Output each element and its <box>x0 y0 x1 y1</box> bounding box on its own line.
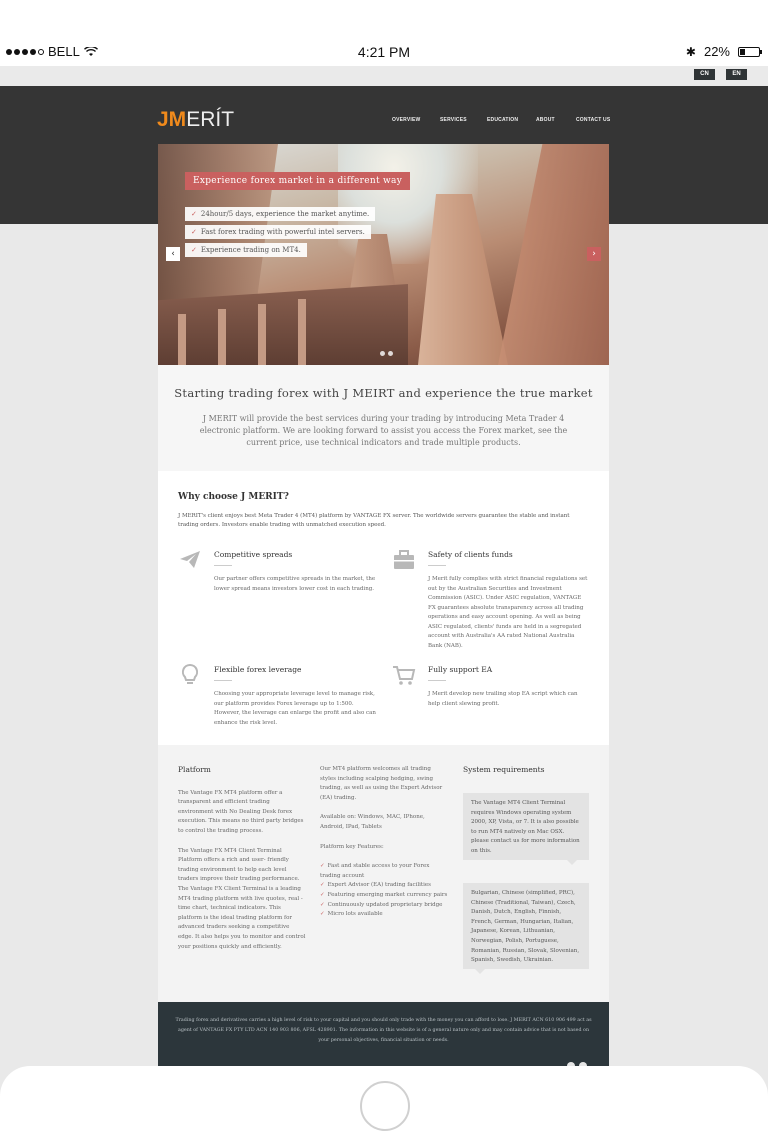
site-footer: Trading forex and derivatives carries a … <box>158 1002 609 1070</box>
bluetooth-icon: ✱ <box>685 44 696 59</box>
why-section: Why choose J MERIT? J MERIT's client enj… <box>158 471 609 745</box>
system-requirements-column: System requirements <box>463 765 591 789</box>
check-icon: ✓ <box>191 228 197 236</box>
key-features-list: ✓ Fast and stable access to your Forex tr… <box>320 862 448 920</box>
feature-title: Competitive spreads <box>214 550 293 559</box>
hero-bullet: ✓ Fast forex trading with powerful intel … <box>185 225 371 239</box>
platform-column: Platform The Vantage FX MT4 platform off… <box>178 765 306 962</box>
risk-disclaimer: Trading forex and derivatives carries a … <box>175 1018 592 1043</box>
platform-availability: Available on: Windows, MAC, IPhone, Andr… <box>320 814 425 830</box>
why-description: J MERIT's client enjoys best Meta Trader… <box>178 513 570 528</box>
lightbulb-icon <box>181 663 199 684</box>
status-right: ✱ 22% <box>685 44 762 59</box>
hero-slider: Experience forex market in a different w… <box>158 144 609 365</box>
list-item: ✓ Fast and stable access to your Forex tr… <box>320 863 430 879</box>
nav-contact-us[interactable]: CONTACT US <box>576 117 610 123</box>
device-bezel <box>0 1066 768 1146</box>
list-item: ✓ Micro lots available <box>320 911 383 918</box>
platform-section: Platform The Vantage FX MT4 platform off… <box>158 745 609 1002</box>
check-icon: ✓ <box>191 246 197 254</box>
feature-title: Fully support EA <box>428 665 493 674</box>
platform-text: Our MT4 platform welcomes all trading st… <box>320 766 443 801</box>
status-bar: BELL 4:21 PM ✱ 22% <box>0 0 768 66</box>
list-item: ✓ Continuously updated proprietary bridge <box>320 901 443 908</box>
clock: 4:21 PM <box>357 44 411 60</box>
battery-percent: 22% <box>703 44 730 59</box>
feature-text: J Merit develop new trailing stop EA scr… <box>428 691 578 707</box>
features-label: Platform key Features: <box>320 843 384 850</box>
slider-next-button[interactable]: › <box>587 247 601 261</box>
logo-mark: JM <box>157 108 187 131</box>
battery-icon <box>738 46 762 57</box>
hero-bullet: ✓ 24hour/5 days, experience the market an… <box>185 207 376 221</box>
intro-text: J MERIT will provide the best services d… <box>199 414 568 447</box>
nav-services[interactable]: SERVICES <box>440 117 467 123</box>
language-bar: CN EN <box>0 66 768 86</box>
languages-bubble: Bulgarian, Chinese (simplified, PRC), Ch… <box>463 883 589 974</box>
nav-about[interactable]: ABOUT <box>536 117 555 123</box>
feature-title: Flexible forex leverage <box>214 665 302 674</box>
intro-section: Starting trading forex with J MEIRT and … <box>158 365 609 471</box>
briefcase-icon <box>394 550 414 569</box>
feature-text: Our partner offers competitive spreads i… <box>214 576 376 592</box>
lang-en-button[interactable]: EN <box>726 69 747 80</box>
logo-text: ERÍT <box>186 108 235 131</box>
hero-bullet: ✓ Experience trading on MT4. <box>185 243 307 257</box>
lang-cn-button[interactable]: CN <box>694 69 715 80</box>
list-item: ✓ Featuring emerging market currency pair… <box>320 891 448 898</box>
paper-plane-icon <box>180 551 200 568</box>
nav-overview[interactable]: OVERVIEW <box>392 117 420 123</box>
feature-text: J Merit fully complies with strict finan… <box>428 576 588 649</box>
platform-text: The Vantage FX MT4 platform offer a tran… <box>178 789 304 834</box>
slider-pagination[interactable] <box>380 351 393 356</box>
slider-prev-button[interactable]: ‹ <box>166 247 180 261</box>
list-item: ✓ Expert Advisor (EA) trading facilities <box>320 882 431 889</box>
platform-features-column: Our MT4 platform welcomes all trading st… <box>320 765 448 920</box>
cart-icon <box>393 666 416 685</box>
intro-heading: Starting trading forex with J MEIRT and … <box>174 386 593 400</box>
platform-text: The Vantage FX MT4 Client Terminal Platf… <box>178 847 306 950</box>
why-heading: Why choose J MERIT? <box>178 492 289 502</box>
system-requirements-heading: System requirements <box>463 765 545 774</box>
feature-title: Safety of clients funds <box>428 550 513 559</box>
feature-text: Choosing your appropriate leverage level… <box>214 691 376 726</box>
site-logo[interactable]: JMERÍT <box>157 108 234 132</box>
platform-heading: Platform <box>178 765 211 774</box>
hero-title: Experience forex market in a different w… <box>185 172 411 190</box>
check-icon: ✓ <box>191 210 197 218</box>
nav-education[interactable]: EDUCATION <box>487 117 518 123</box>
system-requirements-bubble: The Vantage MT4 Client Terminal requires… <box>463 793 589 865</box>
home-button[interactable] <box>360 1081 410 1131</box>
tablet-device: BELL 4:21 PM ✱ 22% CN EN JMERÍT OVERVIEW… <box>0 0 768 1146</box>
